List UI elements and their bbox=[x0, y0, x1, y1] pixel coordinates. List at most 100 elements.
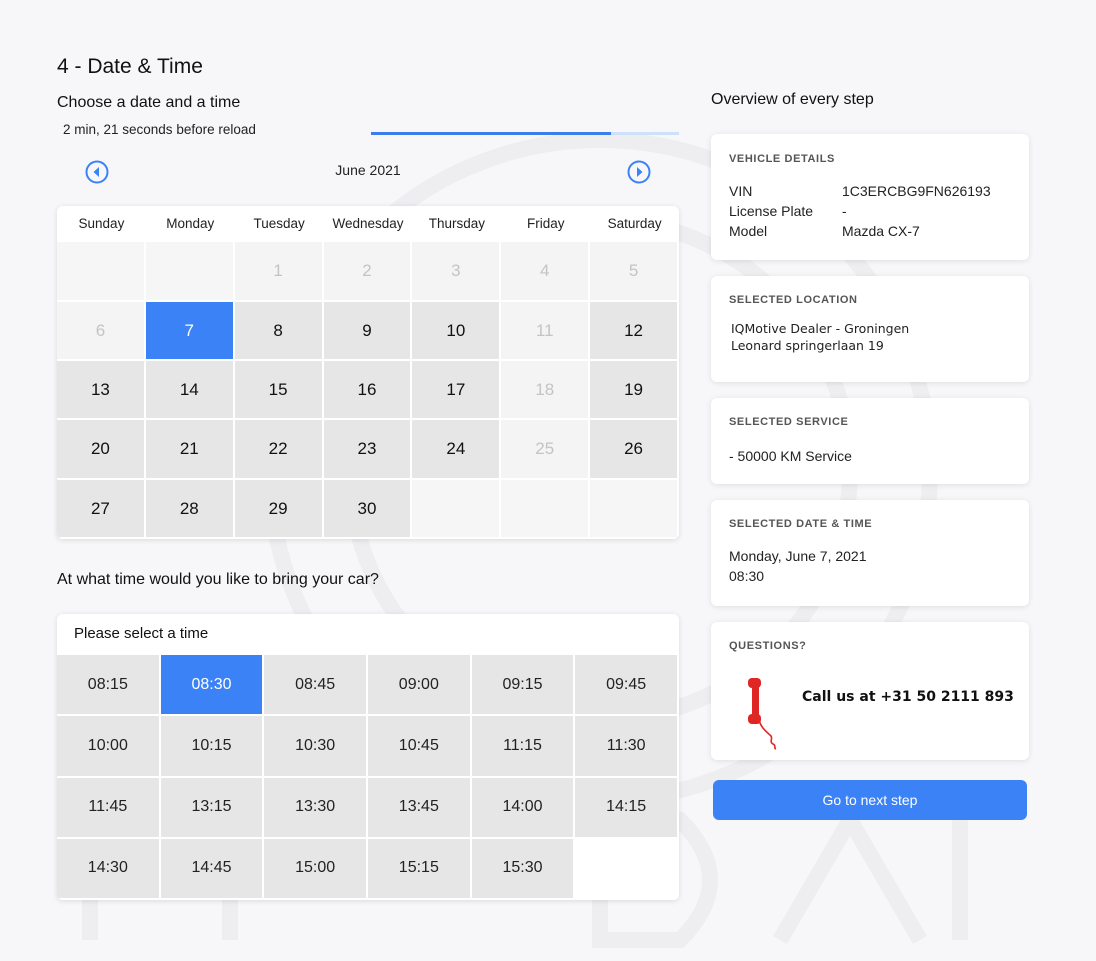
calendar-day-empty bbox=[145, 242, 235, 302]
time-slot-1145[interactable]: 11:45 bbox=[57, 777, 161, 839]
next-step-button[interactable]: Go to next step bbox=[713, 780, 1027, 820]
weekday-monday: Monday bbox=[166, 216, 215, 231]
time-slot-1515[interactable]: 15:15 bbox=[367, 838, 472, 900]
calendar-day-9[interactable]: 9 bbox=[323, 302, 413, 361]
calendar-day-1: 1 bbox=[234, 242, 324, 302]
time-slot-0900[interactable]: 09:00 bbox=[367, 655, 472, 717]
time-slot-1000[interactable]: 10:00 bbox=[57, 716, 161, 778]
model-row: Model Mazda CX-7 bbox=[729, 221, 1011, 241]
vehicle-details-heading: VEHICLE DETAILS bbox=[729, 153, 835, 165]
questions-heading: QUESTIONS? bbox=[729, 640, 807, 652]
calendar-day-13[interactable]: 13 bbox=[57, 361, 146, 420]
selected-date-time-card: SELECTED DATE & TIME Monday, June 7, 202… bbox=[711, 500, 1029, 606]
calendar-day-8[interactable]: 8 bbox=[234, 302, 324, 361]
calendar-day-5: 5 bbox=[590, 242, 679, 302]
time-slot-1315[interactable]: 13:15 bbox=[160, 777, 265, 839]
calendar-day-14[interactable]: 14 bbox=[145, 361, 235, 420]
calendar-day-11: 11 bbox=[501, 302, 591, 361]
selected-date-time-heading: SELECTED DATE & TIME bbox=[729, 518, 873, 530]
time-picker-header: Please select a time bbox=[74, 625, 209, 642]
license-plate-value: - bbox=[842, 203, 847, 219]
model-label: Model bbox=[729, 223, 768, 239]
calendar-day-24[interactable]: 24 bbox=[412, 420, 502, 480]
calendar-day-28[interactable]: 28 bbox=[145, 480, 235, 539]
calendar-day-10[interactable]: 10 bbox=[412, 302, 502, 361]
weekday-friday: Friday bbox=[526, 216, 565, 231]
phone-handset-icon bbox=[748, 678, 777, 750]
time-slot-1500[interactable]: 15:00 bbox=[264, 838, 368, 900]
time-slot-1015[interactable]: 10:15 bbox=[160, 716, 265, 778]
calendar-day-empty bbox=[590, 480, 679, 539]
calendar-day-22[interactable]: 22 bbox=[234, 420, 324, 480]
vin-label: VIN bbox=[729, 183, 753, 199]
selected-service-card: SELECTED SERVICE - 50000 KM Service bbox=[711, 398, 1029, 484]
time-slot-0945[interactable]: 09:45 bbox=[575, 655, 679, 717]
time-slot-1345[interactable]: 13:45 bbox=[367, 777, 472, 839]
selected-time-value: 08:30 bbox=[729, 568, 765, 584]
weekday-thursday: Thursday bbox=[428, 216, 485, 231]
calendar-day-30[interactable]: 30 bbox=[323, 480, 413, 539]
calendar-day-grid: 1 2 3 4 5 6 7 8 9 10 11 12 13 14 15 16 17 18 19 20 21 22 23 24 2… bbox=[57, 242, 679, 539]
time-slot-1400[interactable]: 14:00 bbox=[471, 777, 576, 839]
time-slot-1030[interactable]: 10:30 bbox=[264, 716, 368, 778]
location-name: IQMotive Dealer - Groningen bbox=[731, 321, 910, 336]
reload-progress-bar bbox=[371, 132, 679, 135]
time-slot-1045[interactable]: 10:45 bbox=[367, 716, 472, 778]
time-picker: Please select a time 08:15 08:30 08:45 09:0… bbox=[57, 614, 679, 900]
calendar-day-26[interactable]: 26 bbox=[590, 420, 679, 480]
calendar-day-17[interactable]: 17 bbox=[412, 361, 502, 420]
vin-row: VIN 1C3ERCBG9FN626193 bbox=[729, 181, 1011, 201]
calendar-day-empty bbox=[412, 480, 502, 539]
calendar-day-2: 2 bbox=[323, 242, 413, 302]
vin-value: 1C3ERCBG9FN626193 bbox=[842, 183, 991, 199]
license-plate-label: License Plate bbox=[729, 203, 814, 219]
questions-card: QUESTIONS? Call us at +31 50 2111 893 bbox=[711, 622, 1029, 760]
weekday-tuesday: Tuesday bbox=[253, 216, 305, 231]
weekday-sunday: Sunday bbox=[78, 216, 125, 231]
vehicle-details-card: VEHICLE DETAILS VIN 1C3ERCBG9FN626193 Li… bbox=[711, 134, 1029, 260]
time-slot-1445[interactable]: 14:45 bbox=[160, 838, 265, 900]
time-slot-1130[interactable]: 11:30 bbox=[575, 716, 679, 778]
calendar-day-15[interactable]: 15 bbox=[234, 361, 324, 420]
calendar-day-19[interactable]: 19 bbox=[590, 361, 679, 420]
calendar-day-29[interactable]: 29 bbox=[234, 480, 324, 539]
reload-progress-fill bbox=[371, 132, 612, 135]
time-slot-1415[interactable]: 14:15 bbox=[575, 777, 679, 839]
calendar-day-12[interactable]: 12 bbox=[590, 302, 679, 361]
page-title: 4 - Date & Time bbox=[57, 55, 203, 78]
calendar-day-empty bbox=[501, 480, 591, 539]
time-slot-0845[interactable]: 08:45 bbox=[264, 655, 368, 717]
weekday-saturday: Saturday bbox=[607, 216, 662, 231]
page-subtitle: Choose a date and a time bbox=[57, 94, 241, 111]
calendar-day-23[interactable]: 23 bbox=[323, 420, 413, 480]
selected-service-value: - 50000 KM Service bbox=[729, 448, 852, 464]
calendar-day-18: 18 bbox=[501, 361, 591, 420]
selected-date-value: Monday, June 7, 2021 bbox=[729, 548, 867, 564]
time-slot-empty bbox=[575, 838, 679, 900]
time-slot-0915[interactable]: 09:15 bbox=[471, 655, 576, 717]
calendar-weekday-header: Sunday Monday Tuesday Wednesday Thursday Frid… bbox=[57, 206, 679, 242]
selected-location-card: SELECTED LOCATION IQMotive Dealer - Gron… bbox=[711, 276, 1029, 382]
time-slot-1115[interactable]: 11:15 bbox=[471, 716, 576, 778]
time-slot-0830[interactable]: 08:30 bbox=[160, 655, 265, 717]
calendar: Sunday Monday Tuesday Wednesday Thursday Frid… bbox=[57, 206, 679, 539]
calendar-day-7[interactable]: 7 bbox=[145, 302, 235, 361]
license-plate-row: License Plate - bbox=[729, 201, 1011, 221]
calendar-day-16[interactable]: 16 bbox=[323, 361, 413, 420]
time-slot-0815[interactable]: 08:15 bbox=[57, 655, 161, 717]
weekday-wednesday: Wednesday bbox=[332, 216, 404, 231]
chevron-right-circle-icon[interactable] bbox=[627, 160, 651, 184]
time-slot-1430[interactable]: 14:30 bbox=[57, 838, 161, 900]
calendar-day-21[interactable]: 21 bbox=[145, 420, 235, 480]
calendar-day-20[interactable]: 20 bbox=[57, 420, 146, 480]
time-slot-1530[interactable]: 15:30 bbox=[471, 838, 576, 900]
call-us-text[interactable]: Call us at +31 50 2111 893 bbox=[802, 689, 1014, 705]
calendar-day-27[interactable]: 27 bbox=[57, 480, 146, 539]
calendar-day-empty bbox=[57, 242, 146, 302]
calendar-day-4: 4 bbox=[501, 242, 591, 302]
time-question: At what time would you like to bring you… bbox=[57, 571, 379, 588]
selected-location-heading: SELECTED LOCATION bbox=[729, 294, 858, 306]
time-slot-1330[interactable]: 13:30 bbox=[264, 777, 368, 839]
calendar-day-6: 6 bbox=[57, 302, 146, 361]
time-slot-grid: 08:15 08:30 08:45 09:00 09:15 09:45 10:00 10:15… bbox=[57, 655, 679, 900]
